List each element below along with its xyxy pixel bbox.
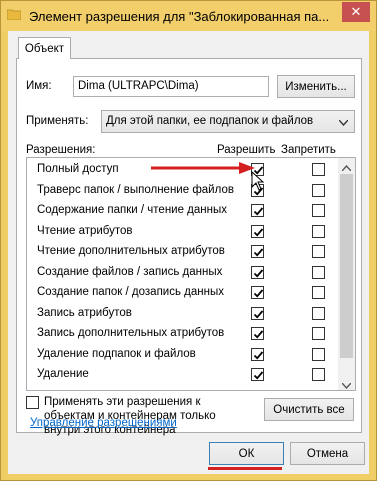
allow-checkbox[interactable] [251, 265, 264, 279]
deny-checkbox[interactable] [312, 347, 325, 361]
permission-name: Создание файлов / запись данных [37, 265, 223, 278]
principal-field[interactable]: Dima (ULTRAPC\Dima) [73, 76, 269, 97]
tab-object-label: Объект [24, 42, 65, 55]
permission-name: Удаление подпапок и файлов [37, 347, 196, 360]
allow-checkbox[interactable] [251, 286, 264, 299]
cancel-button[interactable]: Отмена [290, 442, 365, 465]
principal-value: Dima (ULTRAPC\Dima) [78, 80, 199, 92]
apply-inherit-label: Применять эти разрешения к объектам и ко… [44, 396, 216, 436]
deny-checkbox[interactable] [312, 204, 325, 217]
manage-permissions-link[interactable]: Управление разрешениями [30, 417, 177, 429]
deny-checkbox[interactable] [312, 368, 325, 381]
annotation-arrow-icon [151, 162, 255, 174]
permission-row: Чтение дополнительных атрибутов [27, 242, 339, 262]
allow-checkbox[interactable] [251, 204, 264, 217]
change-principal-label: Изменить... [285, 80, 347, 93]
ok-button[interactable]: ОК [209, 442, 284, 465]
annotation-underline [208, 467, 282, 470]
permission-row: Удаление подпапок и файлов [27, 345, 339, 365]
deny-checkbox[interactable] [312, 245, 325, 258]
allow-checkbox[interactable] [251, 327, 264, 340]
permission-name: Полный доступ [37, 163, 119, 175]
permission-row: Чтение атрибутов [27, 222, 339, 242]
permission-row: Запись атрибутов [27, 304, 339, 324]
permission-name: Содержание папки / чтение данных [37, 204, 228, 216]
scroll-down-icon[interactable] [341, 380, 352, 390]
close-button[interactable]: ✕ [342, 2, 370, 22]
change-principal-button[interactable]: Изменить... [277, 75, 355, 98]
tab-panel: Имя: Dima (ULTRAPC\Dima) Изменить... При… [16, 58, 362, 436]
permission-name: Удаление [37, 368, 89, 380]
window-title: Элемент разрешения для "Заблокированная … [29, 9, 330, 24]
permission-row: Запись дополнительных атрибутов [27, 324, 339, 344]
applies-to-label: Применять: [26, 115, 89, 127]
deny-checkbox[interactable] [312, 183, 325, 197]
permissions-list[interactable]: Полный доступ Траверс папок / выполнение … [26, 157, 356, 391]
allow-checkbox[interactable] [251, 368, 264, 381]
allow-checkbox[interactable] [251, 224, 264, 238]
clear-all-button[interactable]: Очистить все [264, 398, 354, 421]
scrollbar-thumb[interactable] [340, 174, 353, 358]
permission-name: Траверс папок / выполнение файлов [37, 183, 234, 196]
permission-row: Содержание папки / чтение данных [27, 201, 339, 221]
permission-name: Чтение дополнительных атрибутов [37, 245, 225, 257]
apply-inherit-checkbox[interactable] [26, 396, 39, 409]
scroll-up-icon[interactable] [341, 162, 352, 172]
ok-label: ОК [238, 447, 255, 460]
deny-column-header: Запретить [281, 144, 336, 156]
applies-to-dropdown[interactable]: Для этой папки, ее подпапок и файлов [101, 110, 355, 133]
principal-label: Имя: [26, 80, 52, 92]
permission-row: Создание файлов / запись данных [27, 263, 339, 283]
clear-all-label: Очистить все [273, 403, 345, 416]
deny-checkbox[interactable] [312, 286, 325, 299]
tab-object[interactable]: Объект [18, 37, 71, 59]
deny-checkbox[interactable] [312, 224, 325, 238]
deny-checkbox[interactable] [312, 327, 325, 340]
allow-column-header: Разрешить [217, 144, 276, 156]
permissions-label: Разрешения: [26, 144, 96, 156]
applies-to-value: Для этой папки, ее подпапок и файлов [106, 115, 314, 127]
permissions-scrollbar[interactable] [338, 158, 355, 390]
dialog-window: Элемент разрешения для "Заблокированная … [0, 0, 377, 481]
mouse-cursor-icon [251, 171, 265, 191]
folder-icon [6, 9, 22, 21]
permission-name: Запись атрибутов [37, 306, 132, 319]
allow-checkbox[interactable] [251, 245, 264, 258]
permission-name: Создание папок / дозапись данных [37, 286, 224, 298]
deny-checkbox[interactable] [312, 265, 325, 279]
deny-checkbox[interactable] [312, 163, 325, 176]
deny-checkbox[interactable] [312, 306, 325, 320]
permission-name: Запись дополнительных атрибутов [37, 327, 225, 339]
cancel-label: Отмена [306, 447, 349, 460]
permission-row: Удаление [27, 365, 339, 385]
allow-checkbox[interactable] [251, 306, 264, 320]
title-bar[interactable]: Элемент разрешения для "Заблокированная … [1, 1, 376, 31]
close-icon: ✕ [350, 4, 362, 19]
chevron-down-icon [338, 117, 349, 127]
dialog-client-area: Объект Имя: Dima (ULTRAPC\Dima) Изменить… [8, 31, 369, 474]
permission-name: Чтение атрибутов [37, 224, 133, 237]
permission-row: Траверс папок / выполнение файлов [27, 181, 339, 201]
allow-checkbox[interactable] [251, 347, 264, 361]
permission-row: Создание папок / дозапись данных [27, 283, 339, 303]
